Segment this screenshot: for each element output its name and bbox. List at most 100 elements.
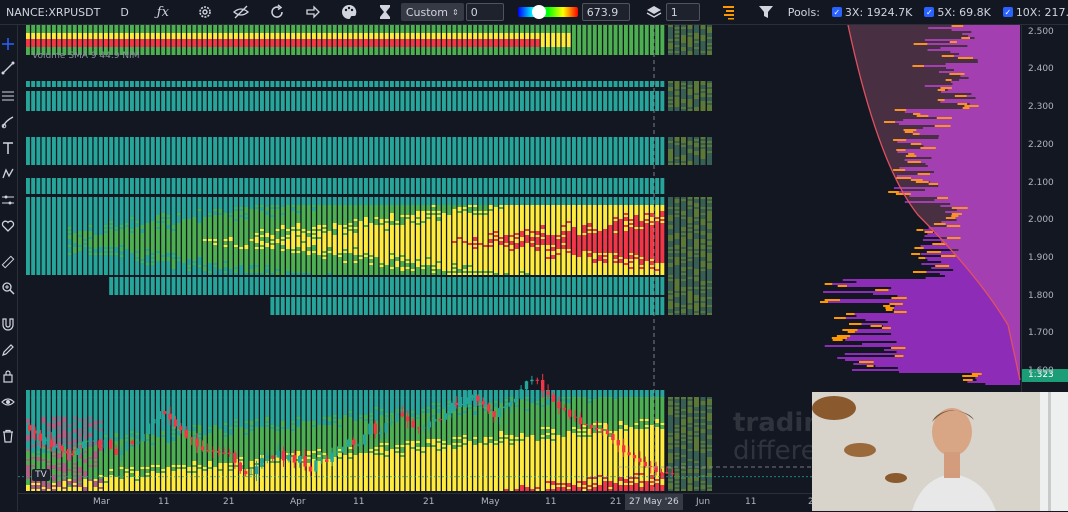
heatmap-cell bbox=[78, 439, 82, 441]
layer-value-input[interactable]: 1 bbox=[666, 0, 706, 24]
heatmap-cell bbox=[62, 489, 66, 491]
heatmap-cell bbox=[83, 390, 87, 392]
heatmap-cell bbox=[57, 137, 61, 139]
heatmap-cell bbox=[57, 217, 61, 219]
hide-button[interactable] bbox=[223, 0, 259, 24]
heatmap-cell bbox=[52, 223, 56, 225]
heatmap-cell bbox=[36, 139, 40, 141]
indicators-button[interactable]: ƒx bbox=[143, 0, 183, 24]
trend-line-icon[interactable] bbox=[1, 61, 15, 75]
heatmap-cell bbox=[31, 215, 35, 217]
heatmap-cell bbox=[47, 449, 51, 451]
lock-icon[interactable] bbox=[1, 369, 15, 383]
heart-icon[interactable] bbox=[1, 219, 15, 233]
heatmap-cell bbox=[68, 147, 72, 149]
heatmap-cell bbox=[83, 413, 87, 415]
heatmap-cell bbox=[42, 81, 46, 83]
heatmap-cell bbox=[57, 223, 61, 225]
heatmap-cell bbox=[68, 95, 72, 97]
heatmap-cell bbox=[83, 213, 87, 215]
slider-handle[interactable] bbox=[532, 5, 546, 19]
heatmap-cell bbox=[26, 99, 30, 101]
heatmap-cell bbox=[26, 151, 30, 153]
heatmap-cell bbox=[47, 223, 51, 225]
heatmap-cell bbox=[36, 85, 40, 87]
layers-button[interactable] bbox=[638, 0, 666, 24]
trash-icon[interactable] bbox=[1, 429, 15, 443]
symbol-search[interactable]: NANCE:XRPUSDT bbox=[0, 0, 106, 24]
heatmap-cell bbox=[42, 413, 46, 415]
pool-10x-toggle[interactable]: ✓10X: 217.1 bbox=[997, 0, 1068, 24]
heatmap-cell bbox=[99, 184, 103, 186]
heatmap-cell bbox=[78, 25, 82, 27]
heatmap-cell bbox=[83, 221, 87, 223]
forecast-icon[interactable] bbox=[1, 193, 15, 207]
heatmap-cell bbox=[42, 27, 46, 29]
pool-5x-toggle[interactable]: ✓5X: 69.8K bbox=[918, 0, 996, 24]
heatmap-cell bbox=[99, 47, 103, 49]
heatmap-cell bbox=[78, 47, 82, 49]
heatmap-cell bbox=[62, 145, 66, 147]
heatmap-cell bbox=[78, 81, 82, 83]
heatmap-cell bbox=[57, 423, 61, 425]
heatmap-cell bbox=[78, 437, 82, 439]
heatmap-cell bbox=[42, 267, 46, 269]
color-gradient-slider[interactable] bbox=[514, 0, 582, 24]
align-button[interactable] bbox=[710, 0, 746, 24]
heatmap-cell bbox=[68, 390, 72, 392]
color-value-input[interactable]: 673.9 bbox=[582, 0, 634, 24]
heatmap-cell bbox=[99, 186, 103, 188]
heatmap-cell bbox=[94, 29, 98, 31]
filter-button[interactable] bbox=[750, 0, 782, 24]
heatmap-cell bbox=[26, 147, 30, 149]
heatmap-cell bbox=[94, 461, 98, 463]
heatmap-cell bbox=[26, 45, 30, 47]
heatmap-cell bbox=[47, 31, 51, 33]
style-select[interactable]: Custom⇕ bbox=[399, 0, 466, 24]
heatmap-cell bbox=[88, 243, 92, 245]
heatmap-cell bbox=[36, 259, 40, 261]
fib-retracement-icon[interactable] bbox=[1, 89, 15, 103]
heatmap-cell bbox=[94, 467, 98, 469]
heatmap-cell bbox=[73, 25, 77, 27]
zoom-in-icon[interactable] bbox=[1, 281, 15, 295]
pencil-lock-icon[interactable] bbox=[1, 343, 15, 357]
heatmap-cell bbox=[42, 95, 46, 97]
heatmap-cell bbox=[47, 231, 51, 233]
heatmap-cell bbox=[52, 259, 56, 261]
heatmap-cell bbox=[52, 463, 56, 465]
color-palette-button[interactable] bbox=[331, 0, 367, 24]
heatmap-cell bbox=[31, 182, 35, 184]
style-value-input[interactable]: 0 bbox=[466, 0, 510, 24]
heatmap-cell bbox=[42, 188, 46, 190]
refresh-button[interactable] bbox=[259, 0, 295, 24]
heatmap-cell bbox=[83, 225, 87, 227]
heatmap-cell bbox=[62, 473, 66, 475]
interval-button[interactable]: D bbox=[110, 0, 138, 24]
heatmap-cell bbox=[26, 251, 30, 253]
heatmap-cell bbox=[94, 447, 98, 449]
heatmap-cell bbox=[26, 245, 30, 247]
eye-icon[interactable] bbox=[1, 395, 15, 409]
text-icon[interactable] bbox=[1, 141, 15, 155]
forward-button[interactable] bbox=[295, 0, 331, 24]
pattern-icon[interactable] bbox=[1, 167, 15, 181]
ruler-icon[interactable] bbox=[1, 255, 15, 269]
heatmap-cell bbox=[31, 37, 35, 39]
heatmap-cell bbox=[42, 37, 46, 39]
heatmap-cell bbox=[42, 211, 46, 213]
heatmap-cell bbox=[26, 221, 30, 223]
heatmap-cell bbox=[99, 103, 103, 105]
heatmap-cell bbox=[78, 137, 82, 139]
magnet-icon[interactable] bbox=[1, 317, 15, 331]
settings-button[interactable] bbox=[187, 0, 223, 24]
crosshair-icon[interactable] bbox=[1, 37, 15, 51]
pool-3x-toggle[interactable]: ✓3X: 1924.7K bbox=[826, 0, 918, 24]
heatmap-cell bbox=[99, 35, 103, 37]
heatmap-cell bbox=[78, 394, 82, 396]
heatmap-cell bbox=[78, 29, 82, 31]
heatmap-cell bbox=[62, 469, 66, 471]
heatmap-cell bbox=[62, 213, 66, 215]
hourglass-button[interactable] bbox=[371, 0, 399, 24]
brush-icon[interactable] bbox=[1, 115, 15, 129]
